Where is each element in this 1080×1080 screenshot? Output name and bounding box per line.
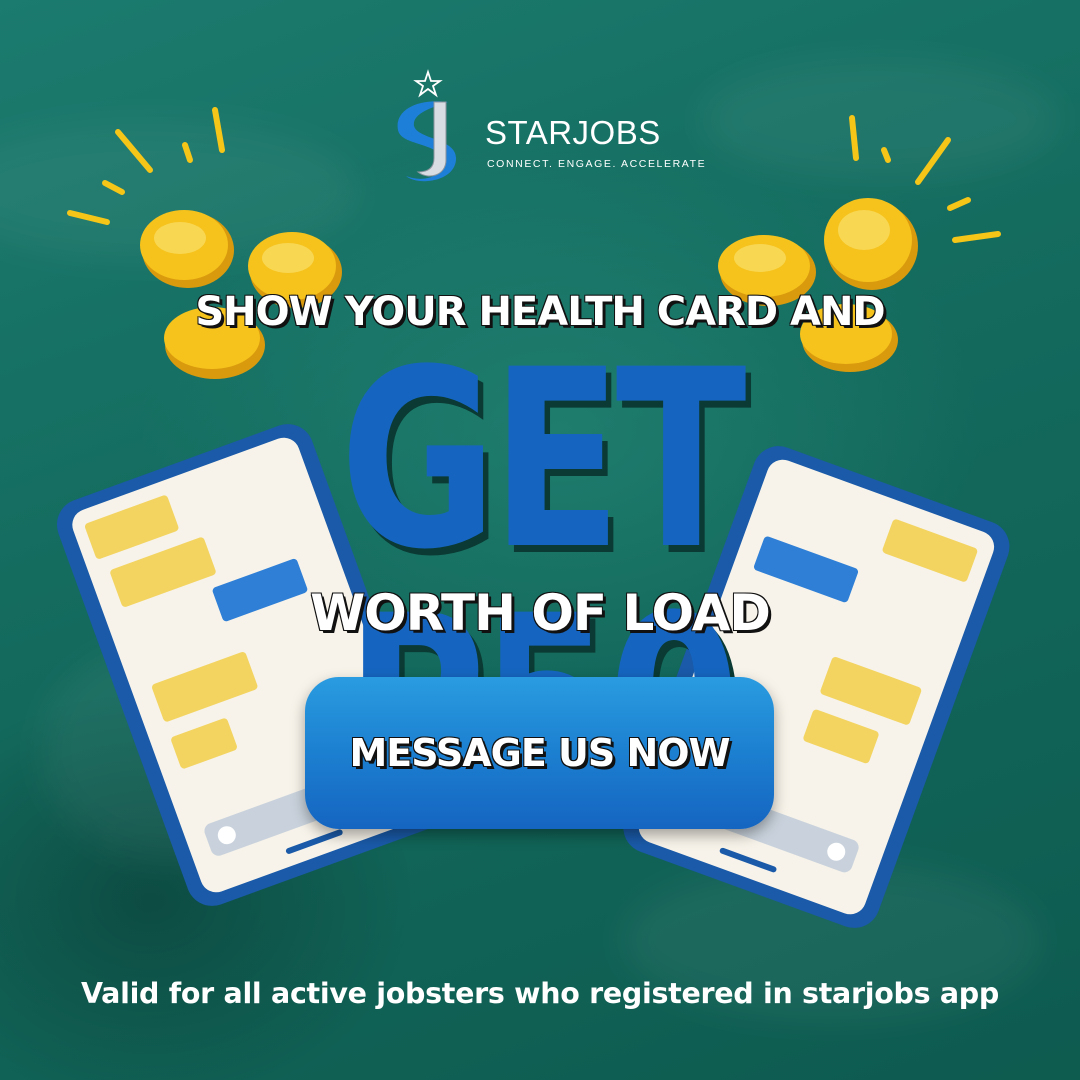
- starjobs-logo: [397, 69, 457, 182]
- gold-coin-icon: [140, 210, 234, 288]
- promo-poster: STARJOBS CONNECT. ENGAGE. ACCELERATE SHO…: [0, 0, 1080, 1080]
- brand-name: STARJOBS: [485, 114, 661, 151]
- headline-bottom: WORTH OF LOAD: [310, 584, 771, 642]
- gold-coin-icon: [824, 198, 918, 290]
- brand-tagline: CONNECT. ENGAGE. ACCELERATE: [487, 158, 707, 170]
- message-us-button[interactable]: MESSAGE US NOW: [305, 677, 774, 829]
- eligibility-note: Valid for all active jobsters who regist…: [80, 977, 1000, 1010]
- sparkle-left-icon: [67, 107, 225, 225]
- message-us-label: MESSAGE US NOW: [349, 731, 730, 775]
